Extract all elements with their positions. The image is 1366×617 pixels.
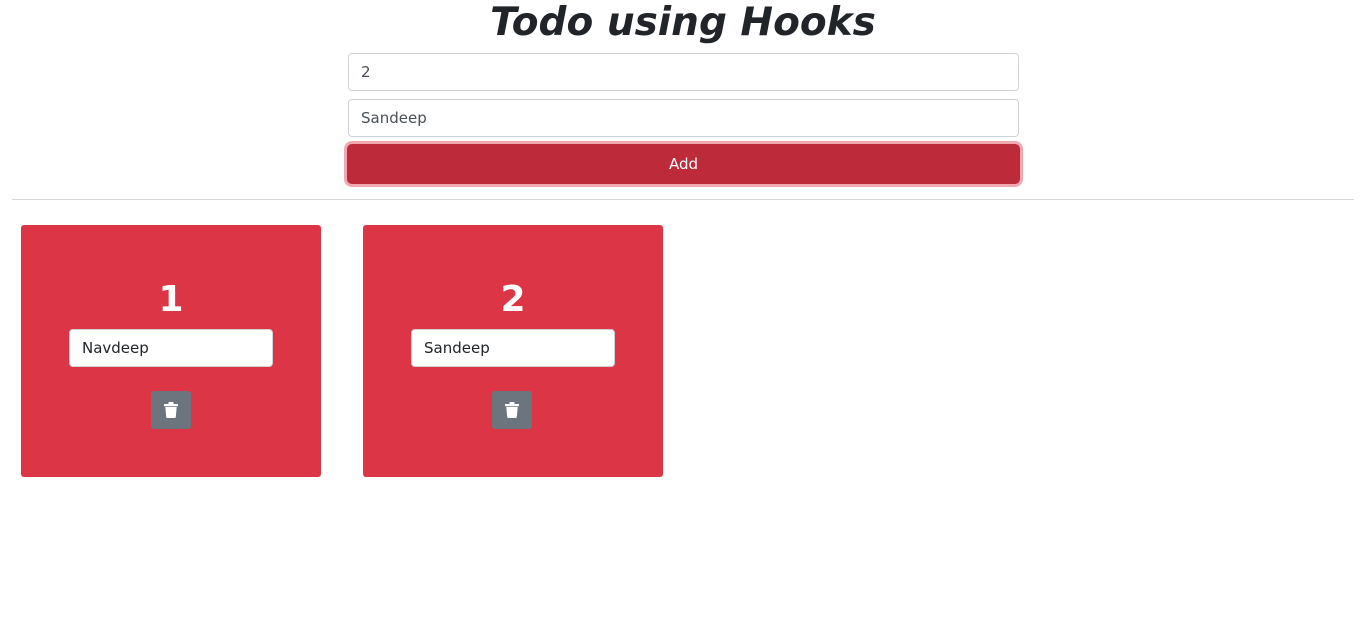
add-button[interactable]: Add bbox=[347, 144, 1020, 184]
todo-name-field[interactable] bbox=[69, 329, 273, 367]
divider bbox=[12, 199, 1354, 200]
todo-id-input[interactable] bbox=[348, 53, 1019, 91]
page: Todo using Hooks Add 1 2 bbox=[0, 0, 1366, 617]
delete-button[interactable] bbox=[151, 391, 191, 429]
todo-name-field[interactable] bbox=[411, 329, 615, 367]
todo-number: 1 bbox=[158, 279, 184, 320]
todo-number: 2 bbox=[500, 279, 526, 320]
trash-icon bbox=[164, 402, 178, 418]
page-title: Todo using Hooks bbox=[490, 0, 876, 45]
delete-button[interactable] bbox=[492, 391, 532, 429]
trash-icon bbox=[505, 402, 519, 418]
todo-name-input[interactable] bbox=[348, 99, 1019, 137]
